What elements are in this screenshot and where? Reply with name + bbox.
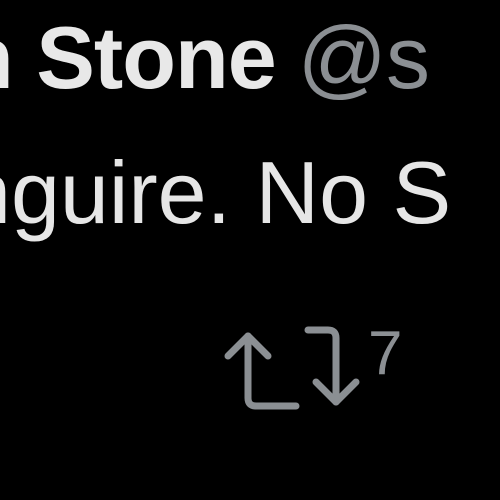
author-handle[interactable]: @s [298,8,430,107]
tweet-text: nguire. No S [0,143,452,242]
tweet-actions: 7 [222,320,402,416]
retweet-icon [224,326,360,410]
retweet-count: 7 [368,319,403,388]
author-display-name[interactable]: n Stone [0,8,277,107]
retweet-button[interactable]: 7 [222,320,402,416]
tweet-header: n Stone@s [0,8,430,108]
tweet-card[interactable]: n Stone@s nguire. No S 7 [0,0,500,500]
